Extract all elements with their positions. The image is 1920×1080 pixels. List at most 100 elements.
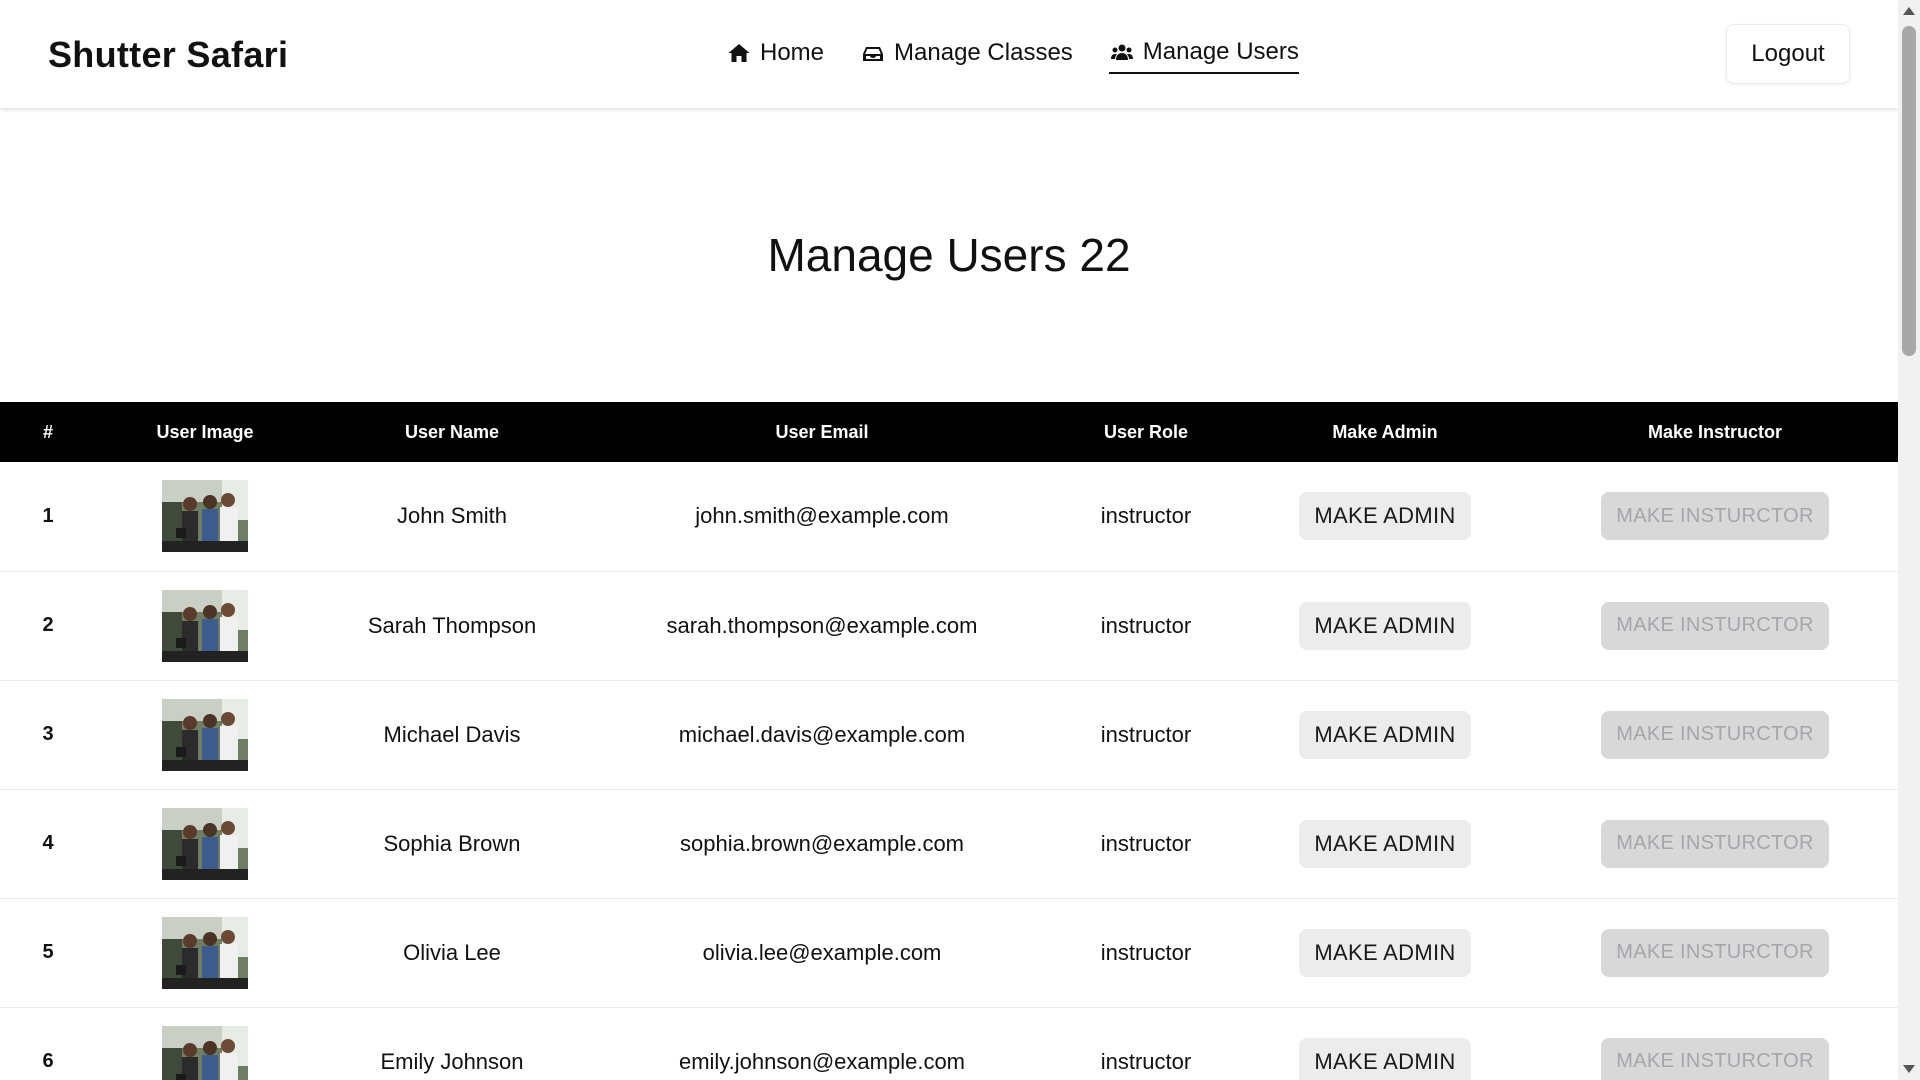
user-image bbox=[162, 480, 248, 553]
make-admin-cell: MAKE ADMIN bbox=[1238, 789, 1532, 898]
user-image bbox=[162, 916, 248, 989]
user-name: Emily Johnson bbox=[380, 1048, 524, 1074]
user-email: olivia.lee@example.com bbox=[702, 939, 942, 965]
row-number: 5 bbox=[42, 941, 54, 963]
navbar: Shutter Safari Home Manage Classes Manag… bbox=[0, 0, 1898, 108]
nav-link-label: Home bbox=[760, 39, 825, 66]
make-instructor-cell: MAKE INSTURCTOR bbox=[1532, 680, 1898, 789]
user-email: michael.davis@example.com bbox=[678, 721, 966, 747]
row-number: 2 bbox=[42, 614, 54, 636]
nav-link-home[interactable]: Home bbox=[726, 38, 824, 74]
make-instructor-cell: MAKE INSTURCTOR bbox=[1532, 1007, 1898, 1080]
make-instructor-button: MAKE INSTURCTOR bbox=[1601, 492, 1829, 541]
make-admin-button[interactable]: MAKE ADMIN bbox=[1299, 492, 1471, 541]
page: Shutter Safari Home Manage Classes Manag… bbox=[0, 0, 1898, 1080]
header-user-email: User Email bbox=[775, 421, 869, 442]
make-admin-button[interactable]: MAKE ADMIN bbox=[1299, 928, 1471, 977]
scrollbar-thumb[interactable] bbox=[1902, 26, 1916, 356]
header-user-image: User Image bbox=[156, 421, 254, 442]
make-instructor-button: MAKE INSTURCTOR bbox=[1601, 1037, 1829, 1080]
home-icon bbox=[726, 40, 752, 66]
make-admin-button[interactable]: MAKE ADMIN bbox=[1299, 819, 1471, 868]
user-role: instructor bbox=[1100, 1048, 1192, 1074]
make-instructor-button: MAKE INSTURCTOR bbox=[1601, 601, 1829, 650]
table-row: 3 Michael Davis michael.davis@example.com… bbox=[0, 680, 1898, 789]
user-name: John Smith bbox=[396, 503, 508, 529]
header-number: # bbox=[42, 421, 53, 442]
row-number: 6 bbox=[42, 1050, 54, 1072]
table-body: 1 John Smith john.smith@example.com instru… bbox=[0, 462, 1898, 1080]
user-role: instructor bbox=[1100, 612, 1192, 638]
users-table: # User Image User Name User Email User R… bbox=[0, 402, 1898, 1080]
page-title: Manage Users 22 bbox=[767, 229, 1131, 281]
user-email: sarah.thompson@example.com bbox=[666, 612, 978, 638]
user-name: Sarah Thompson bbox=[367, 612, 537, 638]
make-admin-cell: MAKE ADMIN bbox=[1238, 1007, 1532, 1080]
make-instructor-cell: MAKE INSTURCTOR bbox=[1532, 571, 1898, 680]
user-email: sophia.brown@example.com bbox=[679, 830, 965, 856]
user-image-cell bbox=[96, 1007, 314, 1080]
user-role: instructor bbox=[1100, 721, 1192, 747]
user-image-cell bbox=[96, 680, 314, 789]
user-photo-icon bbox=[162, 916, 248, 989]
table-row: 4 Sophia Brown sophia.brown@example.com in… bbox=[0, 789, 1898, 898]
user-photo-icon bbox=[162, 807, 248, 880]
user-image-cell bbox=[96, 462, 314, 571]
nav-link-label: Manage Users bbox=[1142, 38, 1299, 65]
user-email: john.smith@example.com bbox=[695, 503, 949, 529]
make-instructor-button: MAKE INSTURCTOR bbox=[1601, 928, 1829, 977]
make-admin-cell: MAKE ADMIN bbox=[1238, 571, 1532, 680]
user-image bbox=[162, 1025, 248, 1080]
user-role: instructor bbox=[1100, 503, 1192, 529]
make-admin-button[interactable]: MAKE ADMIN bbox=[1299, 601, 1471, 650]
user-image-cell bbox=[96, 898, 314, 1007]
row-number: 3 bbox=[42, 723, 54, 745]
scrollbar[interactable] bbox=[1898, 0, 1920, 1080]
user-photo-icon bbox=[162, 480, 248, 553]
header-user-name: User Name bbox=[404, 421, 500, 442]
user-image-cell bbox=[96, 571, 314, 680]
table-row: 5 Olivia Lee olivia.lee@example.com instru… bbox=[0, 898, 1898, 1007]
make-admin-button[interactable]: MAKE ADMIN bbox=[1299, 1037, 1471, 1080]
make-instructor-button: MAKE INSTURCTOR bbox=[1601, 710, 1829, 759]
brand-logo[interactable]: Shutter Safari bbox=[48, 34, 288, 76]
row-number: 4 bbox=[42, 832, 54, 854]
table-row: 6 Emily Johnson emily.johnson@example.com… bbox=[0, 1007, 1898, 1080]
nav-links: Home Manage Classes Manage Users bbox=[726, 38, 1299, 74]
nav-link-manage-users[interactable]: Manage Users bbox=[1108, 38, 1299, 74]
make-instructor-cell: MAKE INSTURCTOR bbox=[1532, 898, 1898, 1007]
table-row: 2 Sarah Thompson sarah.thompson@example.c… bbox=[0, 571, 1898, 680]
make-admin-cell: MAKE ADMIN bbox=[1238, 462, 1532, 571]
user-name: Sophia Brown bbox=[383, 830, 521, 856]
make-admin-cell: MAKE ADMIN bbox=[1238, 680, 1532, 789]
user-photo-icon bbox=[162, 698, 248, 771]
classes-icon bbox=[860, 40, 886, 66]
make-admin-cell: MAKE ADMIN bbox=[1238, 898, 1532, 1007]
user-name: Michael Davis bbox=[383, 721, 521, 747]
header-make-instructor: Make Instructor bbox=[1647, 421, 1783, 442]
scroll-down-arrow-icon[interactable] bbox=[1903, 1065, 1915, 1073]
user-name: Olivia Lee bbox=[403, 939, 501, 965]
nav-link-label: Manage Classes bbox=[894, 39, 1073, 66]
user-photo-icon bbox=[162, 1025, 248, 1080]
user-email: emily.johnson@example.com bbox=[678, 1048, 966, 1074]
user-image bbox=[162, 698, 248, 771]
make-instructor-cell: MAKE INSTURCTOR bbox=[1532, 789, 1898, 898]
user-role: instructor bbox=[1100, 830, 1192, 856]
user-photo-icon bbox=[162, 589, 248, 662]
header-make-admin: Make Admin bbox=[1332, 421, 1438, 442]
users-icon bbox=[1109, 39, 1135, 65]
user-image bbox=[162, 589, 248, 662]
user-image-cell bbox=[96, 789, 314, 898]
scroll-up-arrow-icon[interactable] bbox=[1903, 7, 1915, 15]
header-user-role: User Role bbox=[1103, 421, 1189, 442]
make-instructor-cell: MAKE INSTURCTOR bbox=[1532, 462, 1898, 571]
nav-link-manage-classes[interactable]: Manage Classes bbox=[860, 38, 1073, 74]
user-role: instructor bbox=[1100, 939, 1192, 965]
user-image bbox=[162, 807, 248, 880]
logout-button[interactable]: Logout bbox=[1726, 24, 1850, 84]
table-row: 1 John Smith john.smith@example.com instru… bbox=[0, 462, 1898, 571]
make-instructor-button: MAKE INSTURCTOR bbox=[1601, 819, 1829, 868]
make-admin-button[interactable]: MAKE ADMIN bbox=[1299, 710, 1471, 759]
table-header-row: # User Image User Name User Email User R… bbox=[0, 402, 1898, 462]
